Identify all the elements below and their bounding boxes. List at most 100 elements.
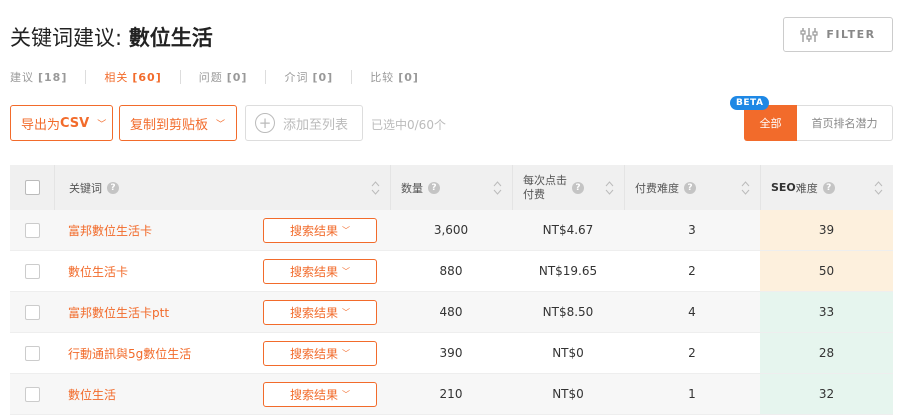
- keyword-tabs: 建议 [18] 相关 [60] 问题 [0] 介词 [0] 比较 [0]: [10, 69, 419, 85]
- chevron-down-icon: ﹀: [342, 226, 350, 235]
- info-icon[interactable]: ?: [572, 181, 584, 194]
- cpc-cell: NT$4.67: [542, 223, 594, 237]
- header-cpc-line2: 付费: [523, 187, 545, 201]
- chevron-down-icon: ﹀: [216, 119, 226, 130]
- tab-divider: [85, 70, 87, 84]
- seo-difficulty-cell: 32: [760, 374, 893, 414]
- chevron-down-icon: ﹀: [342, 308, 350, 317]
- tab-questions[interactable]: 问题 [0]: [199, 69, 248, 85]
- header-cpc-line1: 每次点击: [523, 173, 567, 187]
- header-cpc[interactable]: 每次点击 付费 ?: [512, 165, 624, 210]
- tab-label: 建议: [10, 71, 34, 84]
- tab-label: 比较: [370, 71, 395, 84]
- table-row: 數位生活 搜索结果 ﹀ 210 NT$0 1 32: [10, 374, 893, 415]
- volume-cell: 480: [439, 305, 463, 319]
- chevron-down-icon: ﹀: [97, 119, 107, 130]
- row-checkbox[interactable]: [24, 304, 40, 320]
- tab-label: 相关: [104, 71, 129, 84]
- filter-label: FILTER: [826, 28, 876, 41]
- header-keyword-label: 关键词: [69, 181, 102, 195]
- table-row: 數位生活卡 搜索结果 ﹀ 880 NT$19.65 2 50: [10, 251, 893, 292]
- add-to-list-button[interactable]: + 添加至列表: [245, 105, 363, 141]
- table-header: 关键词? 数量? 每次点击 付费 ? 付费难度? SEO 难度 ?: [10, 165, 893, 210]
- tab-label: 介词: [284, 71, 309, 84]
- selected-count: 已选中0/60个: [371, 118, 446, 132]
- tab-prepositions[interactable]: 介词 [0]: [284, 69, 333, 85]
- serp-label: 搜索结果: [289, 347, 338, 361]
- cpc-cell: NT$19.65: [538, 264, 598, 278]
- cpc-cell: NT$8.50: [542, 305, 594, 319]
- header-volume[interactable]: 数量?: [390, 165, 512, 210]
- seo-difficulty-cell: 39: [760, 210, 893, 250]
- row-checkbox[interactable]: [24, 263, 40, 279]
- serp-label: 搜索结果: [289, 388, 338, 402]
- header-seo-rest: 难度: [795, 181, 818, 195]
- tab-comparisons[interactable]: 比较 [0]: [370, 69, 419, 85]
- export-csv-button[interactable]: 导出为 CSV ﹀: [10, 105, 113, 141]
- filter-button[interactable]: FILTER: [783, 17, 893, 52]
- header-checkbox-cell: [10, 165, 54, 210]
- serp-results-button[interactable]: 搜索结果 ﹀: [263, 341, 377, 366]
- sort-arrows-icon[interactable]: [874, 180, 883, 195]
- keyword-link[interactable]: 富邦數位生活卡: [68, 222, 152, 239]
- header-volume-label: 数量: [401, 181, 423, 195]
- paid-difficulty-cell: 3: [688, 223, 696, 237]
- select-all-checkbox[interactable]: [24, 180, 40, 195]
- info-icon[interactable]: ?: [428, 181, 440, 194]
- info-icon[interactable]: ?: [107, 181, 119, 194]
- cpc-cell: NT$0: [552, 387, 584, 401]
- sort-arrows-icon[interactable]: [741, 180, 750, 195]
- sliders-icon: [800, 27, 818, 43]
- copy-to-clipboard-button[interactable]: 复制到剪贴板 ﹀: [119, 105, 237, 141]
- header-paid-difficulty[interactable]: 付费难度?: [624, 165, 760, 210]
- header-seo-difficulty[interactable]: SEO 难度?: [760, 165, 893, 210]
- info-icon[interactable]: ?: [822, 181, 835, 194]
- cpc-cell: NT$0: [552, 346, 584, 360]
- sort-arrows-icon[interactable]: [605, 180, 614, 195]
- segment-all[interactable]: 全部: [744, 105, 797, 141]
- volume-cell: 3,600: [433, 223, 469, 237]
- chevron-down-icon: ﹀: [342, 349, 350, 358]
- page-title-keyword: 數位生活: [128, 26, 213, 50]
- tab-related[interactable]: 相关 [60]: [104, 69, 161, 85]
- keyword-link[interactable]: 數位生活: [68, 386, 116, 403]
- paid-difficulty-cell: 4: [688, 305, 696, 319]
- tab-divider: [265, 70, 267, 84]
- keyword-link[interactable]: 行動通訊與5g數位生活: [68, 345, 191, 362]
- tab-suggestions[interactable]: 建议 [18]: [10, 69, 67, 85]
- tab-count: [0]: [398, 70, 419, 84]
- seo-difficulty-cell: 28: [760, 333, 893, 373]
- seo-difficulty-cell: 33: [760, 292, 893, 332]
- page-title-prefix: 关键词建议:: [10, 26, 129, 50]
- info-icon[interactable]: ?: [684, 181, 696, 194]
- row-checkbox[interactable]: [24, 222, 40, 238]
- beta-badge: BETA: [730, 96, 770, 110]
- tab-count: [18]: [38, 70, 68, 84]
- sort-arrows-icon[interactable]: [371, 180, 380, 195]
- keyword-link[interactable]: 富邦數位生活卡ptt: [68, 304, 169, 321]
- row-checkbox[interactable]: [24, 345, 40, 361]
- chevron-down-icon: ﹀: [342, 267, 350, 276]
- table-row: 富邦數位生活卡 搜索结果 ﹀ 3,600 NT$4.67 3 39: [10, 210, 893, 251]
- volume-cell: 390: [439, 346, 463, 360]
- plus-circle-icon: +: [255, 113, 275, 133]
- serp-results-button[interactable]: 搜索结果 ﹀: [263, 259, 377, 284]
- export-prefix: 导出为: [21, 117, 61, 133]
- volume-cell: 880: [439, 264, 463, 278]
- sort-arrows-icon[interactable]: [493, 180, 502, 195]
- keyword-table: 关键词? 数量? 每次点击 付费 ? 付费难度? SEO 难度 ? 富邦數位生活…: [10, 165, 893, 415]
- chevron-down-icon: ﹀: [342, 390, 350, 399]
- tab-divider: [351, 70, 353, 84]
- header-keyword[interactable]: 关键词?: [54, 165, 390, 210]
- serp-label: 搜索结果: [289, 224, 338, 238]
- serp-results-button[interactable]: 搜索结果 ﹀: [263, 218, 377, 243]
- segment-top-rank-potential[interactable]: 首页排名潜力: [797, 105, 893, 141]
- serp-results-button[interactable]: 搜索结果 ﹀: [263, 300, 377, 325]
- paid-difficulty-cell: 2: [688, 346, 696, 360]
- serp-results-button[interactable]: 搜索结果 ﹀: [263, 382, 377, 407]
- row-checkbox[interactable]: [24, 386, 40, 402]
- header-pd-label: 付费难度: [635, 181, 679, 195]
- tab-count: [0]: [312, 70, 334, 84]
- keyword-link[interactable]: 數位生活卡: [68, 263, 128, 280]
- paid-difficulty-cell: 1: [688, 387, 696, 401]
